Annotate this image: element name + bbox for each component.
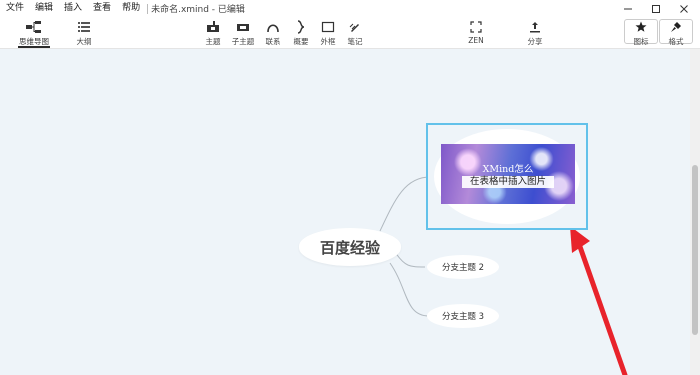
view-outline-button[interactable]: 大纲 [70,19,98,47]
menu-divider [147,3,149,14]
subtopic-branch-2[interactable]: 分支主题 2 [427,255,499,279]
fullscreen-icon [468,19,484,35]
insert-subtopic-button[interactable]: 子主题 [229,19,257,47]
mindmap-canvas[interactable]: 百度经验 XMind怎么 在表格中插入图片 分支主题 2 分支主题 3 [0,49,690,375]
menu-help[interactable]: 帮助 [116,0,145,17]
active-view-indicator [18,46,50,48]
share-icon [527,19,543,35]
subtopic-icon [235,19,251,35]
scrollbar-thumb[interactable] [692,165,698,335]
minimize-icon [624,8,632,9]
insert-summary-button[interactable]: 概要 [287,19,315,47]
mindmap-icon [26,19,42,35]
icon-panel-button[interactable]: 图标 [627,19,655,47]
format-panel-button[interactable]: 格式 [662,19,690,47]
summary-icon [293,19,309,35]
brush-icon [668,19,684,35]
insert-boundary-label: 外框 [320,37,336,46]
insert-relationship-button[interactable]: 联系 [259,19,287,47]
note-icon [347,19,363,35]
close-icon [680,4,688,13]
connector-root-to-branch2 [394,251,426,268]
insert-boundary-button[interactable]: 外框 [314,19,342,47]
insert-note-label: 笔记 [347,37,363,46]
connector-root-to-image [379,176,431,232]
view-mindmap-button[interactable]: 思维导图 [16,19,52,47]
format-panel-label: 格式 [668,37,684,46]
toolbar: 思维导图 大纲 主题 子主题 联系 概要 外框 笔记 ZEN 分享 图标 格式 [0,17,700,49]
root-topic[interactable]: 百度经验 [299,228,401,266]
document-title: 未命名.xmind - 已编辑 [151,5,245,15]
zen-button[interactable]: ZEN [462,19,490,45]
insert-relationship-label: 联系 [265,37,281,46]
share-button[interactable]: 分享 [521,19,549,47]
zen-label: ZEN [468,36,484,45]
close-button[interactable] [670,0,698,17]
insert-topic-button[interactable]: 主题 [199,19,227,47]
relationship-icon [265,19,281,35]
connector-root-to-branch3 [389,262,430,317]
image-caption-line-2: 在表格中插入图片 [462,176,554,188]
maximize-icon [652,4,660,13]
subtopic-branch-3[interactable]: 分支主题 3 [427,304,499,328]
annotation-arrow-line [575,238,628,375]
topic-image[interactable]: XMind怎么 在表格中插入图片 [441,144,575,204]
insert-summary-label: 概要 [293,37,309,46]
image-caption: XMind怎么 在表格中插入图片 [441,164,575,188]
menu-file[interactable]: 文件 [0,0,29,17]
icon-panel-label: 图标 [633,37,649,46]
selected-image-topic[interactable]: XMind怎么 在表格中插入图片 [426,123,588,230]
maximize-button[interactable] [642,0,670,17]
menu-view[interactable]: 查看 [87,0,116,17]
menu-bar: 文件 编辑 插入 查看 帮助 未命名.xmind - 已编辑 [0,0,700,17]
menu-insert[interactable]: 插入 [58,0,87,17]
view-outline-label: 大纲 [76,37,92,46]
boundary-icon [320,19,336,35]
vertical-scrollbar[interactable] [690,49,700,375]
outline-icon [76,19,92,35]
insert-topic-label: 主题 [205,37,221,46]
share-label: 分享 [527,37,543,46]
insert-subtopic-label: 子主题 [231,37,255,46]
topic-icon [205,19,221,35]
menu-edit[interactable]: 编辑 [29,0,58,17]
image-caption-line-1: XMind怎么 [482,164,534,175]
insert-note-button[interactable]: 笔记 [341,19,369,47]
star-icon [633,19,649,35]
minimize-button[interactable] [614,0,642,17]
